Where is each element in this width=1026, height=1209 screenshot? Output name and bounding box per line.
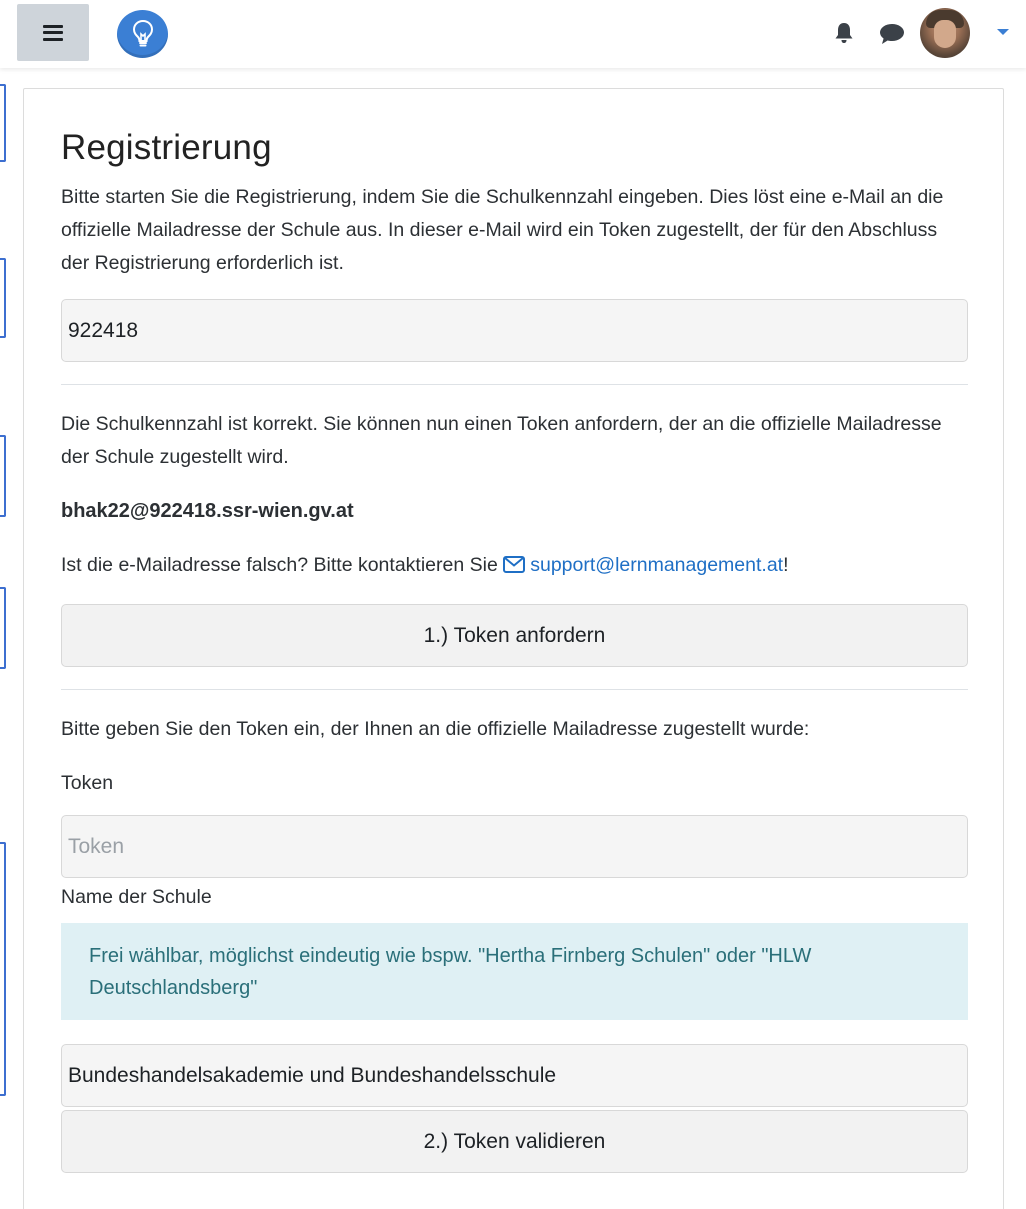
page-title: Registrierung bbox=[61, 128, 272, 167]
edge-marker bbox=[0, 435, 6, 517]
top-navbar bbox=[0, 0, 1026, 68]
school-name-hint: Frei wählbar, möglichst eindeutig wie bs… bbox=[61, 923, 968, 1020]
request-token-button[interactable]: 1.) Token anfordern bbox=[61, 604, 968, 667]
intro-text: Bitte starten Sie die Registrierung, ind… bbox=[61, 186, 944, 274]
divider bbox=[61, 689, 968, 690]
support-email: support@lernmanagement.at bbox=[530, 554, 784, 576]
edge-marker bbox=[0, 84, 6, 162]
chat-bubble-icon[interactable] bbox=[879, 23, 905, 45]
school-name-value: Bundeshandelsakademie und Bundeshandelss… bbox=[68, 1063, 557, 1087]
school-code-input[interactable]: 922418 bbox=[61, 299, 968, 362]
enter-token-text: Bitte geben Sie den Token ein, der Ihnen… bbox=[61, 718, 810, 740]
validate-token-button[interactable]: 2.) Token validieren bbox=[61, 1110, 968, 1173]
school-email: bhak22@922418.ssr-wien.gv.at bbox=[61, 500, 354, 522]
hamburger-menu-icon bbox=[43, 24, 63, 41]
divider bbox=[61, 384, 968, 385]
school-name-label: Name der Schule bbox=[61, 886, 212, 908]
site-logo[interactable] bbox=[117, 10, 168, 58]
lightbulb-icon bbox=[132, 19, 153, 47]
menu-toggle-button[interactable] bbox=[17, 4, 89, 61]
envelope-icon bbox=[503, 556, 526, 573]
wrong-email-prefix: Ist die e-Mailadresse falsch? Bitte kont… bbox=[61, 554, 498, 576]
wrong-email-suffix: ! bbox=[783, 554, 789, 576]
edge-marker bbox=[0, 842, 6, 1096]
support-email-link[interactable]: support@lernmanagement.at bbox=[503, 554, 783, 576]
token-input[interactable] bbox=[61, 815, 968, 878]
user-avatar[interactable] bbox=[920, 8, 970, 58]
edge-marker bbox=[0, 587, 6, 669]
school-code-value: 922418 bbox=[68, 318, 139, 342]
caret-down-icon[interactable] bbox=[997, 29, 1009, 35]
wrong-email-text: Ist die e-Mailadresse falsch? Bitte kont… bbox=[61, 549, 968, 582]
edge-marker bbox=[0, 258, 6, 338]
bell-icon[interactable] bbox=[832, 21, 856, 45]
school-name-input[interactable]: Bundeshandelsakademie und Bundeshandelss… bbox=[61, 1044, 968, 1107]
token-label: Token bbox=[61, 772, 114, 794]
code-correct-text: Die Schulkennzahl ist korrekt. Sie könne… bbox=[61, 413, 942, 468]
